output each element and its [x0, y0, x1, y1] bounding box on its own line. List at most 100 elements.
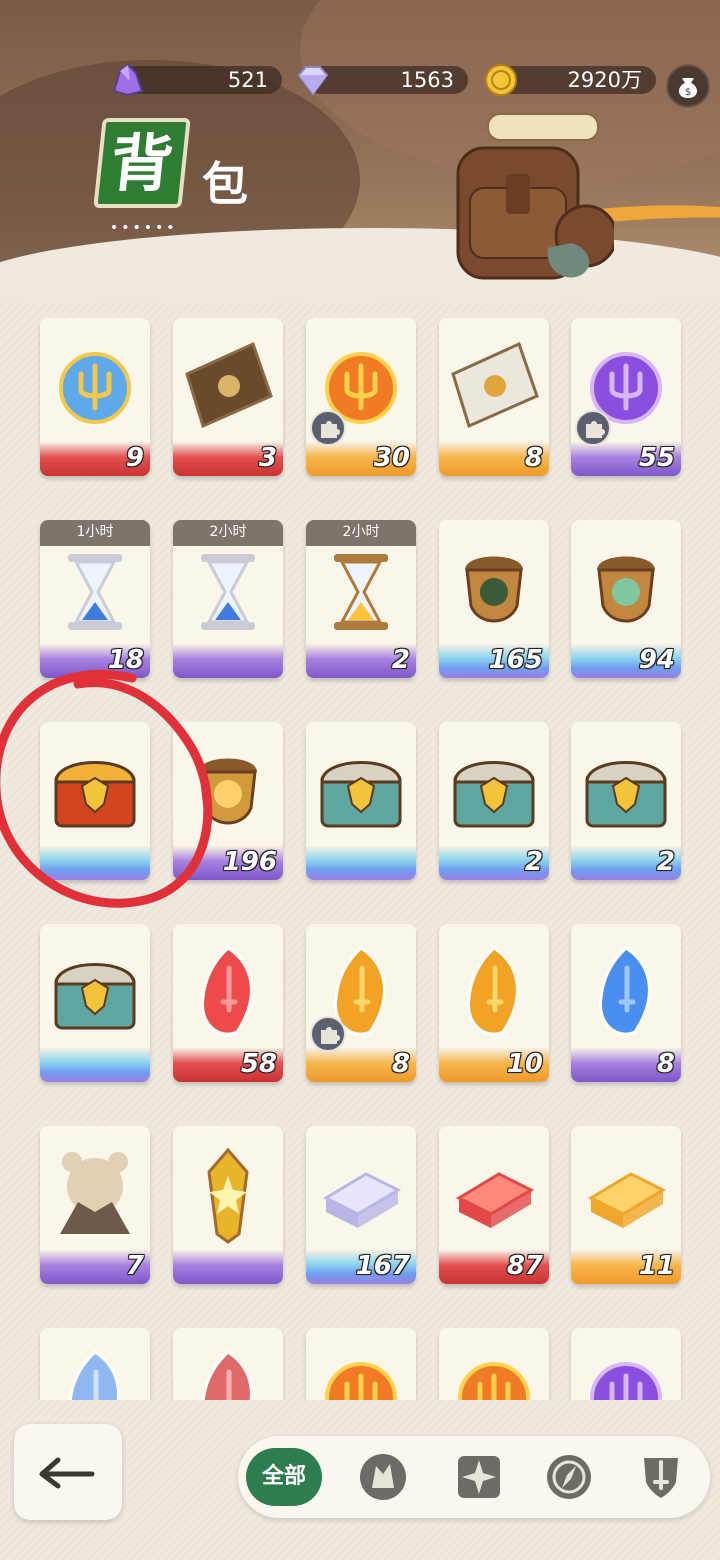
timer-label: 2小时 — [173, 520, 283, 546]
currency-value: 2920万 — [567, 68, 642, 92]
item-count: 8 — [524, 443, 543, 473]
currency-value: 1563 — [400, 68, 454, 92]
diamond-icon — [297, 66, 329, 96]
item-card[interactable]: 167 — [306, 1126, 416, 1284]
money-bag-button[interactable]: $ — [666, 64, 710, 108]
currency-diamond[interactable]: 1563 — [297, 66, 468, 96]
item-count: 9 — [125, 443, 144, 473]
rarity-band — [306, 846, 416, 880]
red-key-crystal-icon — [201, 946, 253, 1036]
item-card[interactable]: 58 — [173, 924, 283, 1082]
gold-coin-icon — [485, 64, 517, 96]
rarity-band — [40, 1048, 150, 1082]
inventory-grid: 9 3 30 8 55 1小时 18 2小时 2小时 2 165 94 196 … — [0, 318, 720, 1400]
item-card[interactable] — [571, 1328, 681, 1400]
compass-needle-icon[interactable] — [544, 1452, 594, 1502]
item-card[interactable]: 30 — [306, 318, 416, 476]
item-card[interactable]: 8 — [306, 924, 416, 1082]
item-count: 2 — [391, 645, 410, 675]
gold-hourglass-icon — [334, 554, 388, 630]
fire-orb-partial-2-icon — [458, 1362, 530, 1400]
silver-ingot-icon — [322, 1172, 402, 1228]
wolf-head-icon[interactable] — [358, 1452, 408, 1502]
money-bag-icon: $ — [678, 78, 698, 98]
blue-crystal-partial-icon — [68, 1350, 120, 1400]
rarity-band — [173, 1250, 283, 1284]
rarity-band — [173, 644, 283, 678]
item-card[interactable]: 3 — [173, 318, 283, 476]
compass-star-icon[interactable] — [454, 1452, 504, 1502]
item-card[interactable]: 11 — [571, 1126, 681, 1284]
puzzle-piece-icon — [310, 1016, 346, 1052]
timer-label: 1小时 — [40, 520, 150, 546]
golden-acorn-icon — [199, 758, 257, 825]
item-card[interactable]: 2 — [439, 722, 549, 880]
item-count: 165 — [488, 645, 543, 675]
category-tab-bar: 全部 — [238, 1436, 710, 1518]
item-card[interactable]: 55 — [571, 318, 681, 476]
item-count: 8 — [656, 1049, 675, 1079]
item-card[interactable]: 10 — [439, 924, 549, 1082]
item-card[interactable]: 87 — [439, 1126, 549, 1284]
item-card[interactable]: 8 — [439, 318, 549, 476]
fire-orb-partial-icon — [325, 1362, 397, 1400]
item-count: 30 — [373, 443, 410, 473]
currency-purple-crystal[interactable]: 521 — [112, 63, 282, 97]
red-gold-chest-icon — [54, 761, 136, 828]
item-count: 10 — [506, 1049, 543, 1079]
item-count: 94 — [638, 645, 675, 675]
item-card[interactable] — [173, 1126, 283, 1284]
item-count: 18 — [107, 645, 144, 675]
purple-crystal-icon — [112, 63, 144, 97]
item-count: 58 — [240, 1049, 277, 1079]
item-count: 196 — [222, 847, 277, 877]
title-sub-char: 包 — [202, 157, 248, 211]
item-card[interactable]: 9 — [40, 318, 150, 476]
teal-shield-chest-icon — [585, 761, 667, 828]
item-card[interactable] — [306, 1328, 416, 1400]
sword-shield-icon[interactable] — [636, 1452, 686, 1502]
title-main-char: 背 — [93, 118, 191, 208]
teal-shield-chest-icon — [453, 761, 535, 828]
currency-gold-coin[interactable]: 2920万 — [485, 64, 656, 96]
treasure-map-scroll-icon — [185, 341, 273, 429]
gold-key-crystal-icon — [467, 946, 519, 1036]
item-card[interactable]: 7 — [40, 1126, 150, 1284]
item-count: 11 — [638, 1251, 675, 1281]
puzzle-piece-icon — [310, 410, 346, 446]
back-button[interactable] — [14, 1424, 122, 1520]
tab-all[interactable]: 全部 — [246, 1448, 322, 1506]
item-card[interactable] — [173, 1328, 283, 1400]
item-card[interactable]: 1小时 18 — [40, 520, 150, 678]
item-card[interactable]: 165 — [439, 520, 549, 678]
silver-hourglass-blue-icon — [201, 554, 255, 630]
item-count: 87 — [506, 1251, 543, 1281]
item-card[interactable]: 2小时 — [173, 520, 283, 678]
page-title: 背 — [93, 118, 191, 214]
item-card[interactable] — [439, 1328, 549, 1400]
silver-hourglass-icon — [68, 554, 122, 630]
currency-value: 521 — [227, 68, 268, 92]
golden-amulet-icon — [207, 1147, 249, 1244]
item-card[interactable]: 2 — [571, 722, 681, 880]
rarity-band — [40, 846, 150, 880]
back-arrow-icon — [39, 1457, 95, 1489]
item-card[interactable] — [40, 924, 150, 1082]
item-card[interactable] — [306, 722, 416, 880]
red-ingot-icon — [455, 1172, 535, 1228]
item-card[interactable]: 2小时 2 — [306, 520, 416, 678]
svg-text:$: $ — [685, 87, 691, 98]
item-card[interactable] — [40, 722, 150, 880]
red-crystal-partial-icon — [201, 1350, 253, 1400]
item-count: 2 — [656, 847, 675, 877]
item-card[interactable]: 196 — [173, 722, 283, 880]
item-count: 7 — [125, 1251, 144, 1281]
item-card[interactable] — [40, 1328, 150, 1400]
item-count: 167 — [355, 1251, 410, 1281]
acorn-leaf-icon — [597, 556, 655, 623]
item-card[interactable]: 94 — [571, 520, 681, 678]
acorn-eye-icon — [465, 556, 523, 623]
timer-label: 2小时 — [306, 520, 416, 546]
item-card[interactable]: 8 — [571, 924, 681, 1082]
hamster-plush-icon — [60, 1152, 130, 1234]
